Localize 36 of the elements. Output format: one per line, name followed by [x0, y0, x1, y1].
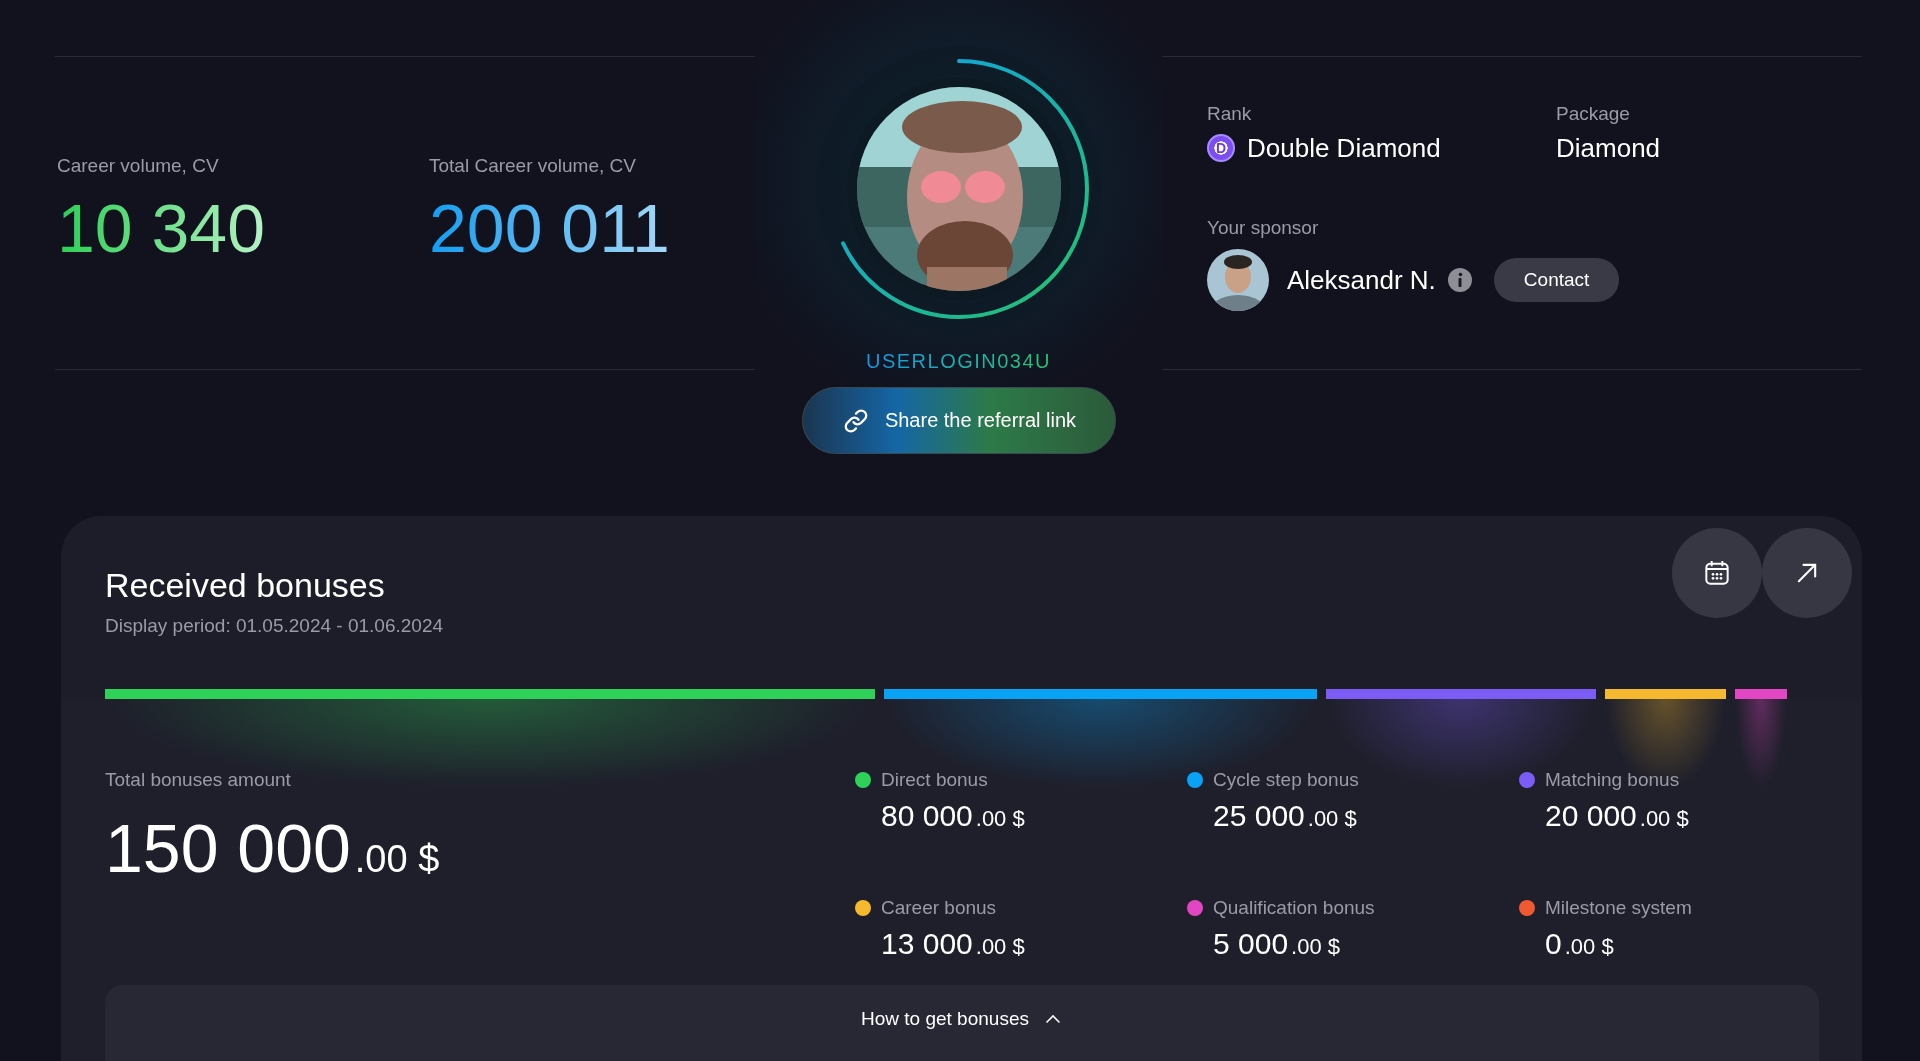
how-to-get-bonuses-button[interactable]: How to get bonuses: [105, 985, 1819, 1061]
bonus-amount: 5 000: [1213, 927, 1289, 961]
sponsor-name: Aleksandr N.: [1287, 264, 1436, 296]
total-cents: .00 $: [354, 838, 440, 881]
stat-label: Total Career volume, CV: [429, 155, 637, 177]
stat-label: Career volume, CV: [57, 155, 220, 177]
bonus-label: Cycle step bonus: [1213, 769, 1359, 791]
share-referral-button[interactable]: Share the referral link: [801, 387, 1116, 454]
bonus-amount: 0: [1545, 927, 1562, 961]
rank-value: Double Diamond: [1247, 132, 1441, 164]
info-icon[interactable]: [1447, 268, 1472, 292]
card-title: Received bonuses: [105, 566, 386, 605]
package-value: Diamond: [1556, 132, 1661, 164]
rank-label: Rank: [1207, 103, 1253, 125]
bonus-cents: .00 $: [1291, 934, 1340, 960]
total-label: Total bonuses amount: [105, 769, 292, 791]
bonus-label: Milestone system: [1545, 897, 1692, 919]
package-label: Package: [1556, 103, 1631, 125]
display-period: Display period: 01.05.2024 - 01.06.2024: [105, 615, 444, 637]
bonus-label: Direct bonus: [881, 769, 988, 791]
bonus-amount: 25 000: [1213, 799, 1305, 833]
bonus-amount: 20 000: [1545, 799, 1637, 833]
rank-badge-icon: D: [1207, 134, 1235, 162]
bonus-cents: .00 $: [1307, 806, 1357, 832]
bonus-amount: 13 000: [881, 927, 973, 961]
total-amount: 150 000: [105, 809, 351, 887]
bonus-label: Career bonus: [881, 897, 997, 919]
sponsor-label: Your sponsor: [1207, 217, 1320, 239]
bonus-label: Qualification bonus: [1213, 897, 1375, 919]
bonus-amount: 80 000: [881, 799, 973, 833]
bonus-label: Matching bonus: [1545, 769, 1680, 791]
bonus-cents: .00 $: [975, 806, 1025, 832]
bonus-cents: .00 $: [1639, 806, 1689, 832]
bonus-cents: .00 $: [1564, 934, 1614, 960]
contact-button[interactable]: Contact: [1493, 258, 1620, 302]
bonus-cents: .00 $: [975, 934, 1025, 960]
